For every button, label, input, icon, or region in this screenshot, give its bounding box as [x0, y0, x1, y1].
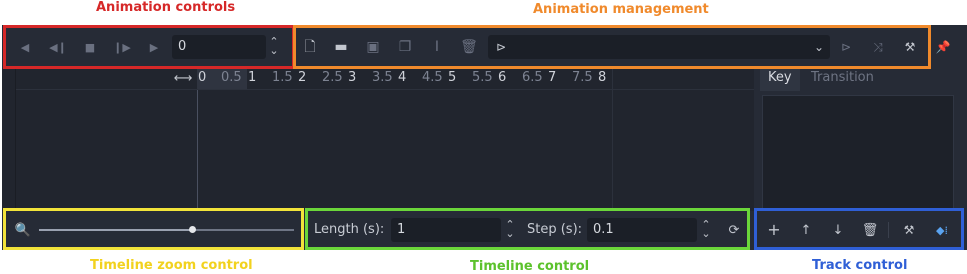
- timeline-zoom-control-box: [3, 208, 304, 250]
- timeline-tick: 1: [248, 70, 257, 85]
- timeline-tick: 6.5: [522, 70, 543, 85]
- tab-transition[interactable]: Transition: [811, 70, 874, 85]
- timeline-tick: 2.5: [322, 70, 343, 85]
- timeline-tick: 1.5: [272, 70, 293, 85]
- timeline-tick: 0: [198, 70, 207, 85]
- animation-controls-box: [3, 25, 295, 69]
- animation-management-box: [293, 25, 931, 69]
- timeline-control-box: [305, 208, 750, 250]
- timeline-tick: 5.5: [472, 70, 493, 85]
- timeline-tick: 2: [298, 70, 307, 85]
- timeline-header-divider: [16, 89, 754, 90]
- tab-key-label: Key: [768, 70, 792, 85]
- timeline-tick: 5: [448, 70, 457, 85]
- timeline-fit-icon[interactable]: ⟷: [174, 70, 193, 86]
- pin-icon[interactable]: 📌: [936, 39, 951, 55]
- timeline-tick: 4: [398, 70, 407, 85]
- timeline-tick: 4.5: [422, 70, 443, 85]
- caption-animation-controls: Animation controls: [96, 0, 236, 15]
- timeline-tick: 8: [598, 70, 607, 85]
- timeline-tick: 7.5: [572, 70, 593, 85]
- caption-timeline-control: Timeline control: [470, 259, 590, 274]
- timeline-tick: 3.5: [372, 70, 393, 85]
- timeline-tick: 0.5: [221, 70, 242, 85]
- key-inspector-content: [762, 95, 954, 209]
- track-control-box: [754, 208, 964, 250]
- caption-animation-management: Animation management: [533, 2, 709, 17]
- timeline-tick: 6: [498, 70, 507, 85]
- timeline-tick: 3: [348, 70, 357, 85]
- timeline-vertical-divider: [612, 68, 613, 211]
- timeline-tick: 7: [548, 70, 557, 85]
